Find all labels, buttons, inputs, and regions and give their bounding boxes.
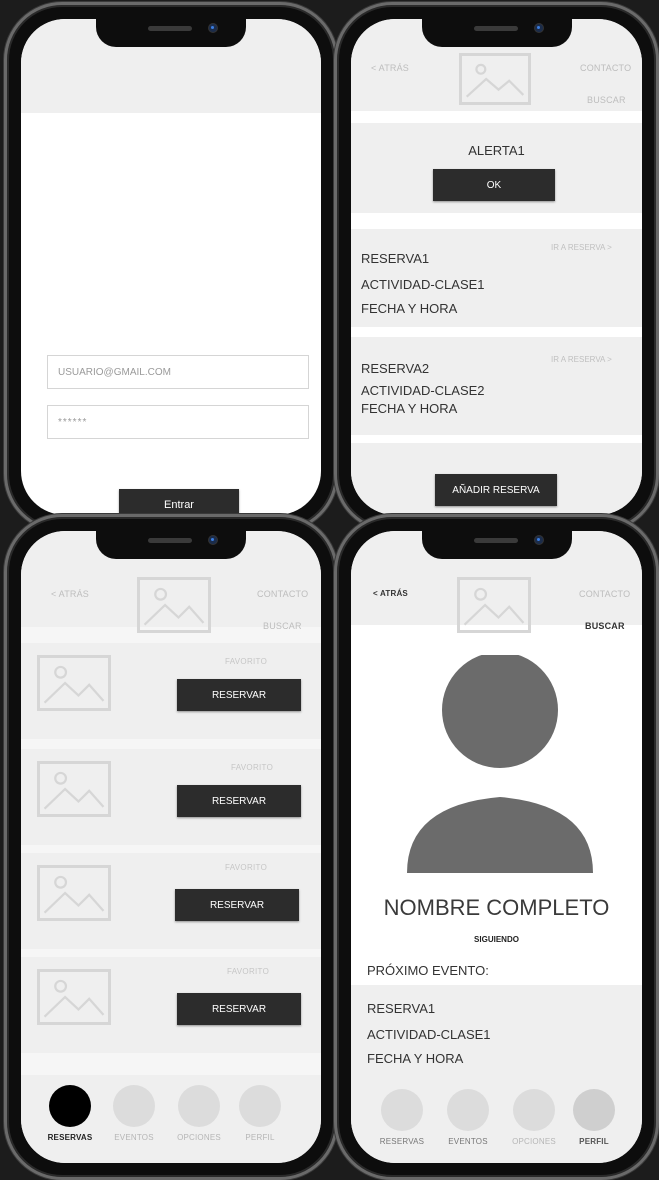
reservation-title: RESERVA1 bbox=[361, 251, 430, 266]
tab-opciones-icon[interactable] bbox=[513, 1089, 555, 1131]
login-button[interactable]: Entrar bbox=[119, 489, 239, 515]
reservation-activity: ACTIVIDAD-CLASE2 bbox=[361, 383, 485, 398]
activity-card: FAVORITO RESERVAR bbox=[21, 643, 321, 739]
tab-reservas-icon[interactable] bbox=[49, 1085, 91, 1127]
tab-eventos-icon[interactable] bbox=[447, 1089, 489, 1131]
next-event-card: RESERVA1 ACTIVIDAD-CLASE1 FECHA Y HORA bbox=[351, 985, 642, 1085]
bottom-tab-bar: RESERVAS EVENTOS OPCIONES PERFIL bbox=[21, 1075, 321, 1163]
phone-reservations-screen: < ATRÁS CONTACTO BUSCAR ALERTA1 OK IR A … bbox=[334, 2, 659, 532]
tab-eventos-label[interactable]: EVENTOS bbox=[433, 1137, 503, 1146]
contact-link[interactable]: CONTACTO bbox=[257, 589, 308, 599]
contact-link[interactable]: CONTACTO bbox=[580, 63, 631, 73]
image-placeholder-icon bbox=[37, 865, 111, 921]
following-link[interactable]: SIGUIENDO bbox=[351, 935, 642, 944]
camera-icon bbox=[209, 536, 217, 544]
activity-card: FAVORITO RESERVAR bbox=[21, 853, 321, 949]
search-link[interactable]: BUSCAR bbox=[263, 621, 302, 631]
favorite-link[interactable]: FAVORITO bbox=[227, 967, 269, 976]
phone-notch bbox=[421, 15, 572, 47]
tab-perfil-label[interactable]: PERFIL bbox=[559, 1137, 629, 1146]
avatar-icon bbox=[405, 652, 595, 885]
back-link[interactable]: < ATRÁS bbox=[373, 589, 408, 598]
add-reservation-button[interactable]: AÑADIR RESERVA bbox=[435, 474, 557, 506]
bottom-tab-bar: RESERVAS EVENTOS OPCIONES PERFIL bbox=[351, 1079, 642, 1163]
phone-login-screen: USUARIO@GMAIL.COM ****** Entrar bbox=[4, 2, 338, 532]
tab-reservas-label[interactable]: RESERVAS bbox=[367, 1137, 437, 1146]
tab-eventos-label[interactable]: EVENTOS bbox=[99, 1133, 169, 1142]
email-field[interactable]: USUARIO@GMAIL.COM bbox=[47, 355, 309, 389]
event-datetime: FECHA Y HORA bbox=[367, 1051, 464, 1066]
add-reservation-area: AÑADIR RESERVA bbox=[351, 443, 642, 515]
login-screen: USUARIO@GMAIL.COM ****** Entrar bbox=[21, 19, 321, 515]
reservation-datetime: FECHA Y HORA bbox=[361, 401, 458, 416]
speaker bbox=[473, 26, 518, 31]
speaker bbox=[473, 538, 518, 543]
listing-screen: < ATRÁS CONTACTO BUSCAR FAVORITO RESERVA… bbox=[21, 531, 321, 1163]
reservation-title: RESERVA2 bbox=[361, 361, 430, 376]
contact-link[interactable]: CONTACTO bbox=[579, 589, 630, 599]
tab-reservas-label[interactable]: RESERVAS bbox=[35, 1133, 105, 1142]
favorite-link[interactable]: FAVORITO bbox=[225, 657, 267, 666]
event-title: RESERVA1 bbox=[367, 1001, 436, 1016]
tab-opciones-icon[interactable] bbox=[178, 1085, 220, 1127]
camera-icon bbox=[534, 536, 543, 544]
camera-icon bbox=[534, 24, 543, 32]
activity-card: FAVORITO RESERVAR bbox=[21, 957, 321, 1053]
image-placeholder-icon bbox=[459, 53, 531, 105]
tab-eventos-icon[interactable] bbox=[113, 1085, 155, 1127]
image-placeholder-icon bbox=[37, 761, 111, 817]
phone-notch bbox=[96, 15, 246, 47]
go-to-reservation-link[interactable]: IR A RESERVA > bbox=[551, 243, 612, 252]
speaker bbox=[148, 26, 192, 31]
reservations-screen: < ATRÁS CONTACTO BUSCAR ALERTA1 OK IR A … bbox=[351, 19, 642, 515]
image-placeholder-icon bbox=[137, 577, 211, 633]
reserve-button[interactable]: RESERVAR bbox=[177, 785, 301, 817]
tab-perfil-label[interactable]: PERFIL bbox=[225, 1133, 295, 1142]
camera-icon bbox=[209, 24, 217, 32]
reserve-button[interactable]: RESERVAR bbox=[177, 679, 301, 711]
next-event-label: PRÓXIMO EVENTO: bbox=[367, 963, 489, 978]
tab-reservas-icon[interactable] bbox=[381, 1089, 423, 1131]
profile-screen: < ATRÁS CONTACTO BUSCAR NOMBRE COMPLETO … bbox=[351, 531, 642, 1163]
event-activity: ACTIVIDAD-CLASE1 bbox=[367, 1027, 491, 1042]
tab-perfil-icon[interactable] bbox=[239, 1085, 281, 1127]
back-link[interactable]: < ATRÁS bbox=[51, 589, 89, 599]
phone-notch bbox=[421, 527, 572, 559]
reserve-button[interactable]: RESERVAR bbox=[177, 993, 301, 1025]
favorite-link[interactable]: FAVORITO bbox=[225, 863, 267, 872]
reservation-datetime: FECHA Y HORA bbox=[361, 301, 458, 316]
favorite-link[interactable]: FAVORITO bbox=[231, 763, 273, 772]
speaker bbox=[148, 538, 192, 543]
activity-card: FAVORITO RESERVAR bbox=[21, 749, 321, 845]
image-placeholder-icon bbox=[457, 577, 531, 633]
profile-name: NOMBRE COMPLETO bbox=[383, 895, 610, 920]
back-link[interactable]: < ATRÁS bbox=[371, 63, 409, 73]
image-placeholder-icon bbox=[37, 655, 111, 711]
reserve-button[interactable]: RESERVAR bbox=[175, 889, 299, 921]
alert-card: ALERTA1 OK bbox=[351, 123, 642, 213]
phone-profile-screen: < ATRÁS CONTACTO BUSCAR NOMBRE COMPLETO … bbox=[334, 514, 659, 1180]
alert-ok-button[interactable]: OK bbox=[433, 169, 555, 201]
reservation-activity: ACTIVIDAD-CLASE1 bbox=[361, 277, 485, 292]
reservation-card: IR A RESERVA > RESERVA1 ACTIVIDAD-CLASE1… bbox=[351, 229, 642, 327]
password-field[interactable]: ****** bbox=[47, 405, 309, 439]
phone-notch bbox=[96, 527, 246, 559]
tab-opciones-label[interactable]: OPCIONES bbox=[164, 1133, 234, 1142]
alert-title: ALERTA1 bbox=[468, 143, 525, 158]
tab-perfil-icon[interactable] bbox=[573, 1089, 615, 1131]
go-to-reservation-link[interactable]: IR A RESERVA > bbox=[551, 355, 612, 364]
search-link[interactable]: BUSCAR bbox=[587, 95, 626, 105]
reservation-card: IR A RESERVA > RESERVA2 ACTIVIDAD-CLASE2… bbox=[351, 337, 642, 435]
phone-listing-screen: < ATRÁS CONTACTO BUSCAR FAVORITO RESERVA… bbox=[4, 514, 338, 1180]
image-placeholder-icon bbox=[37, 969, 111, 1025]
search-link[interactable]: BUSCAR bbox=[585, 621, 625, 631]
